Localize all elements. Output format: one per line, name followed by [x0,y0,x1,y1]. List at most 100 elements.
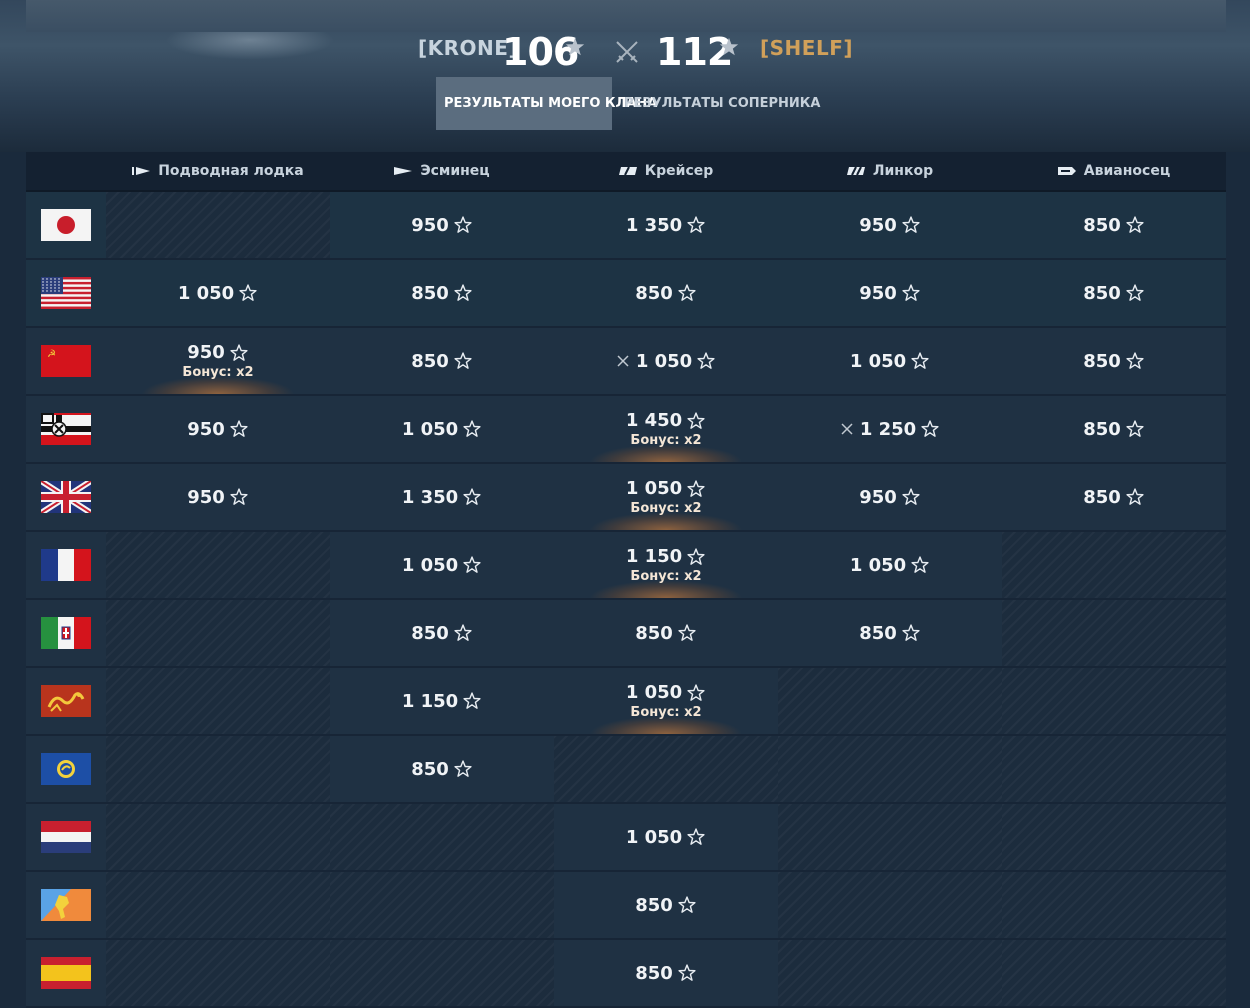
reward-cell[interactable]: 850 [1002,192,1226,258]
column-aircraft-carrier: Авианосец [1002,152,1226,190]
reward-cell[interactable]: 1 050 [778,532,1002,598]
nation-cell [26,804,106,870]
nation-cell [26,464,106,530]
reward-value: 1 050 [178,283,258,304]
star-icon [687,411,705,429]
reward-cell[interactable]: 950 [778,260,1002,326]
reward-cell[interactable]: 950 [330,192,554,258]
reward-cell[interactable]: 1 150 [330,668,554,734]
reward-value: 950 [859,487,921,508]
reward-cell[interactable]: 1 050 Бонус: x2 [554,668,778,734]
stars-amount: 950 [187,418,225,440]
stars-amount: 950 [859,282,897,304]
score-star-icon [565,37,585,56]
reward-cell[interactable]: 1 350 [554,192,778,258]
reward-value: 950 [187,342,249,363]
reward-cell[interactable]: 1 050 [330,396,554,462]
reward-cell[interactable]: 850 [554,940,778,1006]
reward-value: 1 450 [626,410,706,431]
reward-value: 950 [187,419,249,440]
bonus-label: Бонус: x2 [182,365,254,380]
reward-cell[interactable]: 850 [1002,260,1226,326]
reward-cell[interactable]: 850 [330,600,554,666]
nation-cell: ☭ [26,328,106,394]
reward-cell[interactable]: 1 250 [778,396,1002,462]
reward-cell[interactable]: 1 050 [554,804,778,870]
star-icon [454,284,472,301]
stars-amount: 1 450 [625,410,683,431]
stars-amount: 1 050 [177,282,235,304]
bonus-label: Бонус: x2 [630,705,702,720]
table-row: 850 850 850 [26,600,1226,668]
reward-cell[interactable]: 850 [330,736,554,802]
reward-cell[interactable]: 1 050 [554,328,778,394]
reward-value: 850 [635,963,697,984]
star-icon [1126,352,1144,369]
battleship-class-icon [846,166,865,176]
nation-cell [26,736,106,802]
reward-cell[interactable]: 850 [1002,328,1226,394]
reward-cell[interactable]: 850 [554,260,778,326]
empty-cell [1002,804,1226,870]
reward-cell[interactable]: 1 050 [106,260,330,326]
tab-enemy-results[interactable]: РЕЗУЛЬТАТЫ СОПЕРНИКА [616,77,829,130]
reward-value: 950 [859,283,921,304]
reward-cell[interactable]: 850 [1002,396,1226,462]
nation-cell [26,940,106,1006]
reward-value: 950 [411,215,473,236]
attack-swords-icon [617,355,629,367]
nation-cell [26,872,106,938]
reward-cell[interactable]: 950 Бонус: x2 [106,328,330,394]
reward-cell[interactable]: 1 350 [330,464,554,530]
stars-amount: 1 250 [859,418,917,440]
reward-cell[interactable]: 850 [778,600,1002,666]
star-icon [902,284,920,301]
stars-amount: 850 [859,622,897,644]
reward-cell[interactable]: 950 [106,396,330,462]
reward-cell[interactable]: 1 150 Бонус: x2 [554,532,778,598]
tab-my-clan-results[interactable]: РЕЗУЛЬТАТЫ МОЕГО КЛАНА [436,77,657,130]
cruiser-class-icon [618,166,637,176]
star-icon [454,216,472,233]
reward-value: 850 [635,283,697,304]
reward-cell[interactable]: 850 [554,600,778,666]
table-row: 950 1 050 1 450 Бонус: x2 1 250 850 [26,396,1226,464]
enemy-clan-tag[interactable]: [SHELF] [760,36,853,60]
stars-amount: 1 350 [625,214,683,236]
ussr-flag: ☭ [41,345,91,377]
reward-value: 850 [411,351,473,372]
reward-cell[interactable]: 1 050 [330,532,554,598]
nation-cell [26,192,106,258]
stars-amount: 1 050 [849,350,907,372]
reward-cell[interactable]: 1 050 [778,328,1002,394]
reward-cell[interactable]: 850 [554,872,778,938]
star-icon [239,284,257,301]
reward-cell[interactable]: 850 [330,260,554,326]
reward-value: 1 050 [850,351,930,372]
reward-cell[interactable]: 950 [106,464,330,530]
spain-flag [41,957,91,989]
star-icon [921,420,939,437]
nation-cell [26,532,106,598]
bonus-label: Бонус: x2 [630,501,702,516]
table-row: 1 150 1 050 Бонус: x2 [26,668,1226,736]
attack-swords-icon [841,423,853,435]
empty-cell [1002,736,1226,802]
reward-value: 1 150 [402,691,482,712]
reward-cell[interactable]: 950 [778,464,1002,530]
reward-cell[interactable]: 950 [778,192,1002,258]
score-star-icon [719,37,739,56]
empty-cell [778,872,1002,938]
empty-cell [554,736,778,802]
reward-cell[interactable]: 1 450 Бонус: x2 [554,396,778,462]
reward-cell[interactable]: 850 [330,328,554,394]
reward-cell[interactable]: 1 050 Бонус: x2 [554,464,778,530]
reward-value: 1 050 [626,478,706,499]
column-cruiser: Крейсер [554,152,778,190]
reward-cell[interactable]: 850 [1002,464,1226,530]
table-row: 850 [26,940,1226,1008]
star-icon [454,624,472,641]
stars-amount: 850 [635,962,673,984]
table-row: 950 1 350 1 050 Бонус: x2 950 850 [26,464,1226,532]
empty-cell [106,668,330,734]
